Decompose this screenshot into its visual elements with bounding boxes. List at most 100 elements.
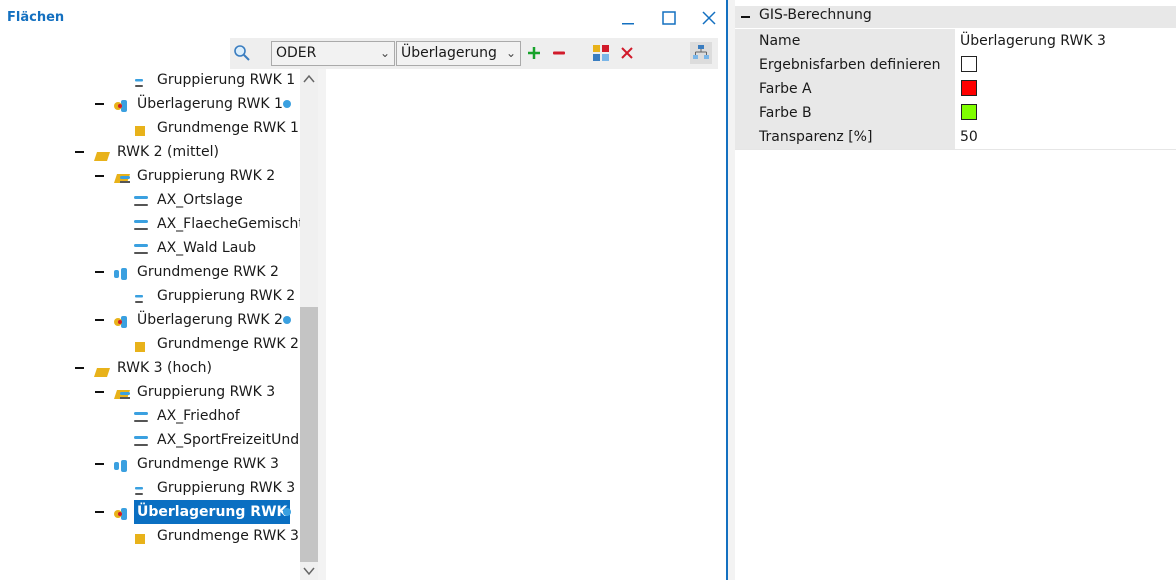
tree-item-label: Gruppierung RWK 1 <box>157 72 296 88</box>
property-name: Ergebnisfarben definieren <box>735 53 955 77</box>
tree-item-label: AX_Ortslage <box>157 192 243 208</box>
property-value[interactable]: 50 <box>955 125 1176 149</box>
tree-item-label: RWK 2 (mittel) <box>117 144 219 160</box>
tree-item-label: AX_FlaecheGemischte <box>157 216 300 232</box>
property-value[interactable]: Überlagerung RWK 3 <box>955 29 1176 53</box>
panel-gap <box>728 0 735 580</box>
chevron-down-icon: ⌄ <box>379 46 390 60</box>
color-swatch[interactable] <box>961 56 977 72</box>
tree-item-label: Grundmenge RWK 2 <box>137 264 279 280</box>
tree-item[interactable]: Überlagerung RWK <box>0 500 300 524</box>
tree-item[interactable]: Gruppierung RWK 2 <box>0 164 300 188</box>
tree-item[interactable]: Gruppierung RWK 3 <box>0 380 300 404</box>
tree-item[interactable]: AX_SportFreizeitUndErholungsflaeche <box>0 428 300 452</box>
tree-item[interactable]: Grundmenge RWK 1 <box>0 116 300 140</box>
property-row[interactable]: Farbe A <box>735 77 1176 102</box>
tree-item-label: AX_SportFreizeitUndErholungsflaeche <box>157 432 300 448</box>
search-button[interactable] <box>231 42 253 64</box>
tree-item-label: RWK 3 (hoch) <box>117 360 212 376</box>
tree-item-label: Grundmenge RWK 1 <box>157 120 299 136</box>
tree-item[interactable]: Grundmenge RWK 2 <box>0 332 300 356</box>
color-swatch[interactable] <box>961 80 977 96</box>
yellow-square-icon <box>133 529 147 553</box>
remove-button[interactable] <box>548 42 570 64</box>
tree-item-label: Überlagerung RWK 1 <box>137 96 283 112</box>
scroll-up-icon[interactable] <box>300 71 318 87</box>
property-name: Farbe A <box>735 77 955 101</box>
property-name: Transparenz [%] <box>735 125 955 149</box>
tree-item[interactable]: Überlagerung RWK 1 <box>0 92 300 116</box>
property-name: Farbe B <box>735 101 955 125</box>
hierarchy-icon <box>693 45 709 59</box>
tree-item[interactable]: AX_Friedhof <box>0 404 300 428</box>
chevron-down-icon: ⌄ <box>505 46 516 60</box>
property-row[interactable]: Farbe B <box>735 101 1176 126</box>
property-section-header[interactable]: GIS-Berechnung <box>735 6 1176 28</box>
tree-item[interactable]: Grundmenge RWK 3 <box>0 452 300 476</box>
layer-select[interactable]: Überlagerung ⌄ <box>396 41 521 66</box>
minimize-icon <box>622 23 634 25</box>
tree-item-label: AX_Friedhof <box>157 408 240 424</box>
tree-item-label: Gruppierung RWK 3 <box>157 480 296 496</box>
tree-item[interactable]: Überlagerung RWK 2 <box>0 308 300 332</box>
collapse-icon[interactable] <box>95 103 104 105</box>
collapse-icon[interactable] <box>95 319 104 321</box>
maximize-button[interactable] <box>657 6 681 30</box>
add-button[interactable] <box>523 42 545 64</box>
collapse-icon[interactable] <box>75 367 84 369</box>
collapse-icon[interactable] <box>95 511 104 513</box>
tree-item[interactable]: RWK 3 (hoch) <box>0 356 300 380</box>
collapse-icon[interactable] <box>95 271 104 273</box>
collapse-icon[interactable] <box>741 16 750 18</box>
property-section-title: GIS-Berechnung <box>759 7 872 23</box>
minimize-button[interactable] <box>616 6 640 30</box>
hierarchy-button[interactable] <box>690 42 712 64</box>
status-dot-icon <box>283 100 291 108</box>
tree-item[interactable]: Gruppierung RWK 1 <box>0 68 300 92</box>
property-row[interactable]: Transparenz [%] 50 <box>735 125 1176 150</box>
tree-item-label: Gruppierung RWK 2 <box>157 288 296 304</box>
panel-title: Flächen <box>7 10 65 25</box>
tree-item-label: Gruppierung RWK 2 <box>137 168 276 184</box>
tree-item-label: Grundmenge RWK 3 <box>157 528 299 544</box>
color-grid-button[interactable] <box>590 42 612 64</box>
search-icon <box>234 45 250 61</box>
layer-tree: Gruppierung RWK 1 Überlagerung RWK 1 Grund… <box>0 65 300 580</box>
scroll-down-icon[interactable] <box>300 563 318 579</box>
tree-item-label: Grundmenge RWK 2 <box>157 336 299 352</box>
plus-icon <box>528 47 540 59</box>
tree-item-label: Grundmenge RWK 3 <box>137 456 279 472</box>
tree-item[interactable]: Grundmenge RWK 3 <box>0 524 300 548</box>
property-name: Name <box>735 29 955 53</box>
tree-item[interactable]: Grundmenge RWK 2 <box>0 260 300 284</box>
tree-item[interactable]: Gruppierung RWK 2 <box>0 284 300 308</box>
operator-select-value: ODER <box>276 45 317 61</box>
scroll-thumb[interactable] <box>300 307 318 562</box>
tree-item[interactable]: AX_FlaecheGemischte <box>0 212 300 236</box>
collapse-icon[interactable] <box>95 175 104 177</box>
property-color-value[interactable] <box>955 101 1176 125</box>
tree-item[interactable]: RWK 2 (mittel) <box>0 140 300 164</box>
content-margin <box>318 69 326 580</box>
collapse-icon[interactable] <box>75 151 84 153</box>
collapse-icon[interactable] <box>95 391 104 393</box>
tree-item-label: Überlagerung RWK 2 <box>137 312 283 328</box>
property-color-value[interactable] <box>955 77 1176 101</box>
maximize-icon <box>662 11 676 25</box>
content-area <box>326 69 726 580</box>
property-row[interactable]: Name Überlagerung RWK 3 <box>735 29 1176 54</box>
property-color-value[interactable] <box>955 53 1176 77</box>
close-button[interactable] <box>697 6 721 30</box>
property-row[interactable]: Ergebnisfarben definieren <box>735 53 1176 78</box>
color-swatch[interactable] <box>961 104 977 120</box>
tree-item[interactable]: Gruppierung RWK 3 <box>0 476 300 500</box>
tree-item[interactable]: AX_Wald Laub <box>0 236 300 260</box>
delete-button[interactable] <box>616 42 638 64</box>
collapse-icon[interactable] <box>95 463 104 465</box>
operator-select[interactable]: ODER ⌄ <box>271 41 395 66</box>
tree-item[interactable]: AX_Ortslage <box>0 188 300 212</box>
tree-item-label: AX_Wald Laub <box>157 240 257 256</box>
tree-item-label: Überlagerung RWK <box>134 500 291 524</box>
close-icon <box>702 11 716 25</box>
tree-item-label: Gruppierung RWK 3 <box>137 384 276 400</box>
